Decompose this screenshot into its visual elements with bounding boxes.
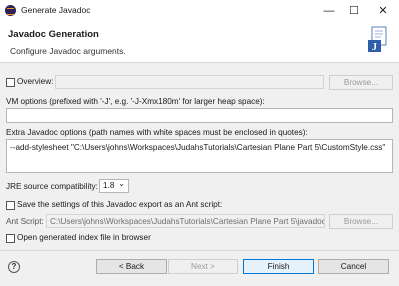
ant-script-browse-button[interactable]: Browse... <box>329 214 393 229</box>
jre-compat-select[interactable]: 1.8 ⌄ <box>99 179 129 193</box>
overview-label: Overview: <box>17 77 54 86</box>
open-index-label: Open generated index file in browser <box>17 233 151 242</box>
footer-divider <box>0 250 399 251</box>
vm-options-field[interactable] <box>6 108 393 123</box>
ant-script-label: Ant Script: <box>6 217 44 226</box>
finish-button[interactable]: Finish <box>243 259 314 274</box>
chevron-down-icon: ⌄ <box>118 179 125 188</box>
title-bar: Generate Javadoc — ☐ ✕ <box>0 0 399 22</box>
cancel-button[interactable]: Cancel <box>318 259 389 274</box>
page-description: Configure Javadoc arguments. <box>10 46 126 56</box>
extra-options-field[interactable]: --add-stylesheet "C:\Users\johns\Workspa… <box>6 139 393 173</box>
save-ant-checkbox[interactable] <box>6 201 15 210</box>
overview-checkbox[interactable] <box>6 78 15 87</box>
page-title: Javadoc Generation <box>8 29 99 40</box>
javadoc-wizard-icon: J <box>368 26 387 53</box>
back-button[interactable]: < Back <box>96 259 167 274</box>
overview-browse-button[interactable]: Browse... <box>329 75 393 90</box>
help-icon[interactable]: ? <box>8 261 20 273</box>
overview-field[interactable] <box>55 75 324 89</box>
jre-compat-label: JRE source compatibility: <box>6 182 98 191</box>
window-title: Generate Javadoc <box>21 5 91 15</box>
svg-text:J: J <box>372 42 377 53</box>
vm-options-label: VM options (prefixed with '-J', e.g. '-J… <box>6 97 265 106</box>
save-ant-label: Save the settings of this Javadoc export… <box>17 200 223 209</box>
extra-options-label: Extra Javadoc options (path names with w… <box>6 128 308 137</box>
ant-script-field[interactable]: C:\Users\johns\Workspaces\JudahsTutorial… <box>46 214 325 228</box>
wizard-header: Javadoc Generation Configure Javadoc arg… <box>0 22 399 63</box>
maximize-button[interactable]: ☐ <box>340 0 368 22</box>
eclipse-icon <box>5 5 16 16</box>
close-button[interactable]: ✕ <box>369 0 397 22</box>
minimize-button[interactable]: — <box>315 0 343 22</box>
next-button[interactable]: Next > <box>168 259 238 274</box>
jre-compat-value: 1.8 <box>103 181 115 190</box>
open-index-checkbox[interactable] <box>6 234 15 243</box>
